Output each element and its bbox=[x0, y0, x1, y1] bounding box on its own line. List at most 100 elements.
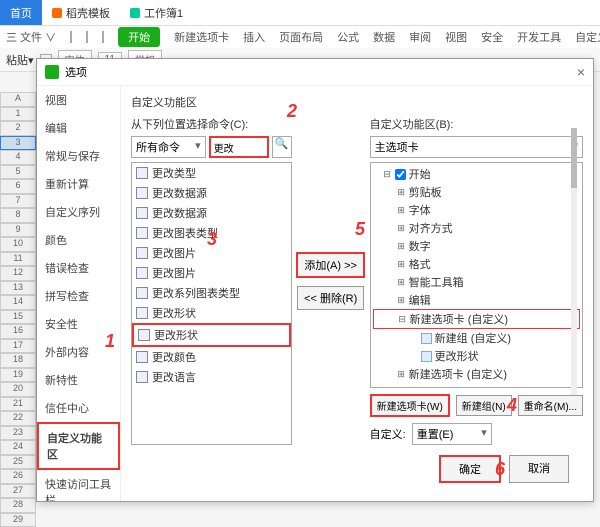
section-title: 自定义功能区 bbox=[131, 94, 583, 110]
tab-home[interactable]: 首页 bbox=[0, 0, 42, 25]
reset-dropdown[interactable]: 重置(E) bbox=[412, 423, 492, 445]
command-item[interactable]: 更改类型 bbox=[132, 163, 291, 183]
sidebar-item[interactable]: 拼写检查 bbox=[37, 282, 120, 310]
search-input[interactable] bbox=[209, 136, 269, 158]
sidebar-item[interactable]: 新特性 bbox=[37, 366, 120, 394]
cancel-button[interactable]: 取消 bbox=[509, 455, 569, 483]
tree-node[interactable]: 新建组 (自定义) bbox=[373, 329, 580, 347]
tree-checkbox[interactable] bbox=[395, 169, 406, 180]
command-icon bbox=[138, 329, 150, 341]
sidebar-item[interactable]: 信任中心 bbox=[37, 394, 120, 422]
tree-node[interactable]: ⊞字体 bbox=[373, 201, 580, 219]
tree-node[interactable]: 更改形状 bbox=[373, 347, 580, 365]
save-icon[interactable] bbox=[70, 31, 72, 43]
new-tab-button[interactable]: 新建选项卡(W) bbox=[370, 394, 450, 417]
command-item[interactable]: 更改颜色 bbox=[132, 347, 291, 367]
command-icon bbox=[136, 167, 148, 179]
menubar: 三 文件 ∨ 开始 新建选项卡 插入 页面布局 公式 数据 审阅 视图 安全 开… bbox=[0, 26, 600, 48]
options-sidebar: 视图编辑常规与保存重新计算自定义序列颜色错误检查拼写检查安全性外部内容新特性信任… bbox=[37, 86, 121, 501]
tree-item-icon bbox=[421, 333, 432, 344]
tree-node[interactable]: ⊟开始 bbox=[373, 165, 580, 183]
sidebar-item[interactable]: 安全性 bbox=[37, 310, 120, 338]
from-label: 从下列位置选择命令(C): bbox=[131, 116, 292, 132]
menu-item[interactable]: 新建选项卡 bbox=[174, 29, 229, 45]
ok-button[interactable]: 确定 bbox=[439, 455, 501, 483]
new-group-button[interactable]: 新建组(N) bbox=[456, 395, 512, 416]
tab-template[interactable]: 稻壳模板 bbox=[42, 0, 120, 25]
template-icon bbox=[52, 8, 62, 18]
tree-node[interactable]: ⊟新建选项卡 (自定义) bbox=[373, 309, 580, 329]
ribbon-tree[interactable]: ⊟开始⊞剪贴板⊞字体⊞对齐方式⊞数字⊞格式⊞智能工具箱⊞编辑⊟新建选项卡 (自定… bbox=[370, 162, 583, 388]
to-dropdown[interactable]: 主选项卡 bbox=[370, 136, 583, 158]
command-item[interactable]: 更改系列图表类型 bbox=[132, 283, 291, 303]
sidebar-item[interactable]: 常规与保存 bbox=[37, 142, 120, 170]
rename-button[interactable]: 重命名(M)... bbox=[518, 395, 583, 416]
menu-item[interactable]: 开发工具 bbox=[517, 29, 561, 45]
remove-button[interactable]: << 删除(R) bbox=[297, 286, 364, 310]
sidebar-item[interactable]: 外部内容 bbox=[37, 338, 120, 366]
tree-node[interactable]: ⊞插入 bbox=[373, 383, 580, 388]
dialog-title: 选项 bbox=[65, 64, 87, 80]
options-dialog: 选项 × 视图编辑常规与保存重新计算自定义序列颜色错误检查拼写检查安全性外部内容… bbox=[36, 58, 594, 502]
scrollbar-thumb[interactable] bbox=[571, 162, 577, 188]
from-dropdown[interactable]: 所有命令 bbox=[131, 136, 206, 158]
command-icon bbox=[136, 247, 148, 259]
sidebar-item[interactable]: 编辑 bbox=[37, 114, 120, 142]
sidebar-item[interactable]: 自定义功能区 bbox=[37, 422, 120, 470]
command-item[interactable]: 更改数据源 bbox=[132, 203, 291, 223]
command-item[interactable]: 更改图表类型 bbox=[132, 223, 291, 243]
command-item[interactable]: 更改形状 bbox=[132, 323, 291, 347]
command-icon bbox=[136, 287, 148, 299]
menu-item[interactable]: 插入 bbox=[243, 29, 265, 45]
sidebar-item[interactable]: 重新计算 bbox=[37, 170, 120, 198]
menu-item[interactable]: 自定义功能 bbox=[575, 29, 600, 45]
sidebar-item[interactable]: 错误检查 bbox=[37, 254, 120, 282]
command-item[interactable]: 更改形状 bbox=[132, 303, 291, 323]
tree-node[interactable]: ⊞编辑 bbox=[373, 291, 580, 309]
app-tabbar: 首页 稻壳模板 工作簿1 bbox=[0, 0, 600, 26]
command-icon bbox=[136, 227, 148, 239]
file-menu[interactable]: 三 文件 ∨ bbox=[6, 29, 56, 45]
to-label: 自定义功能区(B): bbox=[370, 116, 583, 132]
reset-label: 自定义: bbox=[370, 426, 406, 442]
command-item[interactable]: 更改图片 bbox=[132, 243, 291, 263]
tree-checkbox[interactable] bbox=[395, 387, 406, 389]
tree-node[interactable]: ⊞智能工具箱 bbox=[373, 273, 580, 291]
menu-item[interactable]: 数据 bbox=[373, 29, 395, 45]
workbook-icon bbox=[130, 8, 140, 18]
tree-node[interactable]: ⊞格式 bbox=[373, 255, 580, 273]
menu-item[interactable]: 审阅 bbox=[409, 29, 431, 45]
tree-node[interactable]: ⊞新建选项卡 (自定义) bbox=[373, 365, 580, 383]
command-icon bbox=[136, 267, 148, 279]
command-icon bbox=[136, 371, 148, 383]
menu-item[interactable]: 公式 bbox=[337, 29, 359, 45]
sidebar-item[interactable]: 颜色 bbox=[37, 226, 120, 254]
dialog-icon bbox=[45, 65, 59, 79]
sidebar-item[interactable]: 快速访问工具栏 bbox=[37, 470, 120, 501]
menu-item[interactable]: 页面布局 bbox=[279, 29, 323, 45]
command-icon bbox=[136, 307, 148, 319]
tab-workbook[interactable]: 工作簿1 bbox=[120, 0, 193, 25]
menu-item[interactable]: 视图 bbox=[445, 29, 467, 45]
menu-start[interactable]: 开始 bbox=[118, 27, 160, 47]
command-item[interactable]: 更改语言 bbox=[132, 367, 291, 387]
print-icon[interactable] bbox=[86, 31, 88, 43]
command-icon bbox=[136, 351, 148, 363]
command-item[interactable]: 更改图片 bbox=[132, 263, 291, 283]
command-item[interactable]: 更改数据源 bbox=[132, 183, 291, 203]
command-icon bbox=[136, 207, 148, 219]
tree-node[interactable]: ⊞对齐方式 bbox=[373, 219, 580, 237]
command-icon bbox=[136, 187, 148, 199]
close-icon[interactable]: × bbox=[577, 64, 585, 80]
add-button[interactable]: 添加(A) >> bbox=[296, 252, 365, 278]
sidebar-item[interactable]: 自定义序列 bbox=[37, 198, 120, 226]
commands-list[interactable]: 更改类型更改数据源更改数据源更改图表类型更改图片更改图片更改系列图表类型更改形状… bbox=[131, 162, 292, 445]
tree-item-icon bbox=[421, 351, 432, 362]
row-headers: A for(let i=1;i<=29;i++)document.write('… bbox=[0, 92, 36, 527]
tree-node[interactable]: ⊞数字 bbox=[373, 237, 580, 255]
tree-node[interactable]: ⊞剪贴板 bbox=[373, 183, 580, 201]
search-button[interactable]: 🔍 bbox=[272, 136, 292, 158]
sidebar-item[interactable]: 视图 bbox=[37, 86, 120, 114]
undo-icon[interactable] bbox=[102, 31, 104, 43]
menu-item[interactable]: 安全 bbox=[481, 29, 503, 45]
